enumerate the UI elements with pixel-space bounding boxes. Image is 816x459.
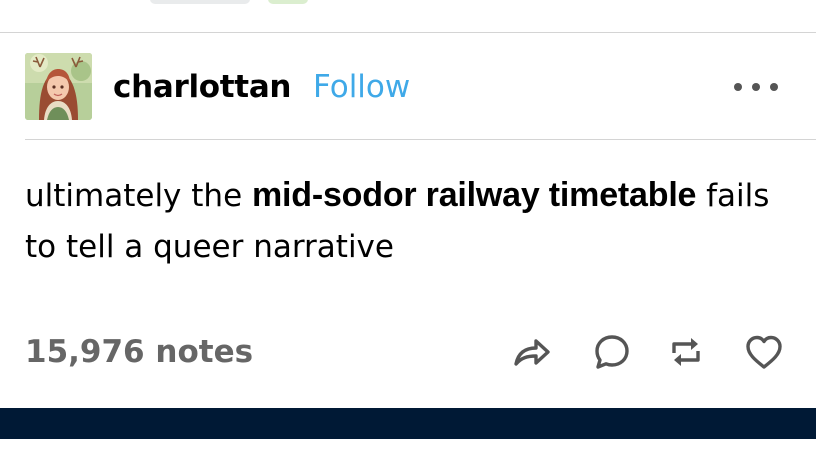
previous-post-edge <box>0 0 816 32</box>
avatar[interactable] <box>25 53 92 120</box>
more-horizontal-icon <box>752 83 760 91</box>
follow-button[interactable]: Follow <box>313 67 410 107</box>
more-options-button[interactable] <box>734 77 778 97</box>
post-footer: 15,976 notes <box>0 320 816 390</box>
like-icon <box>746 335 782 369</box>
share-button[interactable] <box>510 330 554 374</box>
more-horizontal-icon <box>770 83 778 91</box>
post-body-highlight: mid-sodor railway timetable <box>252 176 697 214</box>
tumblr-post-screenshot: charlottan Follow ultimately the mid-sod… <box>0 0 816 459</box>
post-author-username[interactable]: charlottan <box>113 67 292 107</box>
reblog-button[interactable] <box>664 330 708 374</box>
post-body-text: ultimately the <box>25 178 252 214</box>
reblog-icon <box>672 338 700 366</box>
post-actions <box>510 330 790 374</box>
previous-post-remnant <box>268 0 308 4</box>
more-horizontal-icon <box>734 83 742 91</box>
post-header: charlottan Follow <box>0 33 816 139</box>
previous-post-remnant <box>150 0 250 4</box>
like-button[interactable] <box>742 330 786 374</box>
reply-button[interactable] <box>590 330 634 374</box>
share-icon <box>514 339 550 366</box>
reply-icon <box>595 335 629 369</box>
header-divider <box>25 139 816 140</box>
post-body: ultimately the mid-sodor railway timetab… <box>25 170 795 273</box>
avatar-illustration <box>25 53 92 120</box>
page-bottom <box>0 439 816 459</box>
bottom-navigation-bar <box>0 408 816 439</box>
notes-count-link[interactable]: 15,976 notes <box>25 332 253 372</box>
